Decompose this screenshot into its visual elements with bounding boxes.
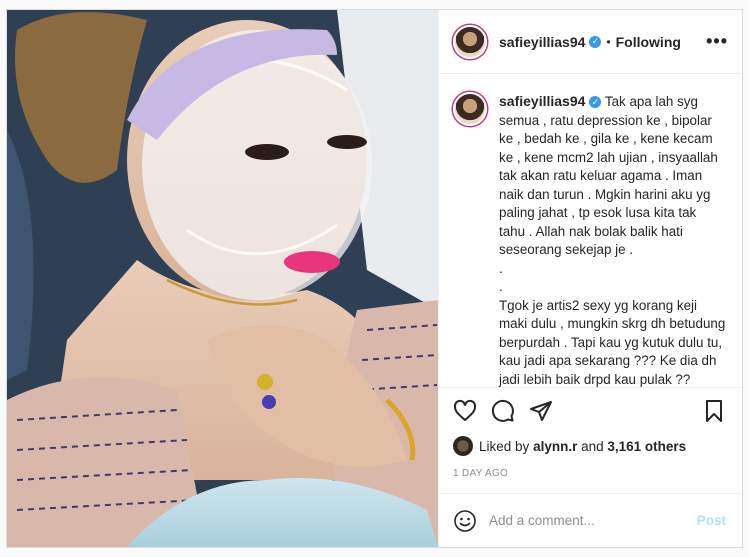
post-sidebar: safieyillias94 ✓ • Following ••• safieyi…	[438, 10, 742, 547]
comment-icon[interactable]	[491, 399, 515, 423]
separator-dot: •	[606, 34, 611, 49]
likes-joiner: and	[581, 438, 604, 454]
post-photo[interactable]	[7, 10, 438, 547]
more-options-icon[interactable]: •••	[706, 31, 728, 52]
liker-username[interactable]: alynn.r	[533, 439, 577, 454]
post-header: safieyillias94 ✓ • Following •••	[439, 10, 742, 74]
action-icons	[453, 396, 726, 426]
liker-avatar[interactable]	[453, 436, 473, 456]
verified-badge-icon: ✓	[589, 35, 602, 48]
caption-text-block: safieyillias94 ✓ Tak apa lah syg semua , …	[499, 92, 726, 387]
action-bar: Liked by alynn.r and 3,161 others 1 DAY …	[439, 387, 742, 493]
following-button[interactable]: Following	[616, 34, 681, 50]
emoji-icon[interactable]	[453, 509, 477, 533]
share-icon[interactable]	[529, 399, 553, 423]
comment-composer: Post	[439, 493, 742, 547]
likes-prefix: Liked by	[479, 438, 530, 454]
likes-summary: Liked by alynn.r and 3,161 others	[453, 436, 726, 456]
instagram-post: safieyillias94 ✓ • Following ••• safieyi…	[6, 9, 743, 548]
selfie-image	[7, 10, 438, 547]
comment-input[interactable]	[489, 513, 697, 528]
bookmark-icon[interactable]	[702, 399, 726, 423]
caption-body: Tak apa lah syg semua , ratu depression …	[499, 94, 726, 387]
caption-verified-badge-icon: ✓	[589, 96, 602, 109]
author-avatar[interactable]	[453, 24, 487, 59]
post-comment-button[interactable]: Post	[697, 513, 726, 528]
caption-avatar[interactable]	[453, 92, 487, 126]
heart-icon[interactable]	[453, 399, 477, 423]
caption-section: safieyillias94 ✓ Tak apa lah syg semua , …	[439, 74, 742, 387]
post-timestamp[interactable]: 1 DAY AGO	[453, 468, 726, 479]
likes-others-count[interactable]: 3,161 others	[607, 439, 686, 454]
caption-username[interactable]: safieyillias94	[499, 93, 585, 109]
author-username[interactable]: safieyillias94	[499, 34, 585, 50]
